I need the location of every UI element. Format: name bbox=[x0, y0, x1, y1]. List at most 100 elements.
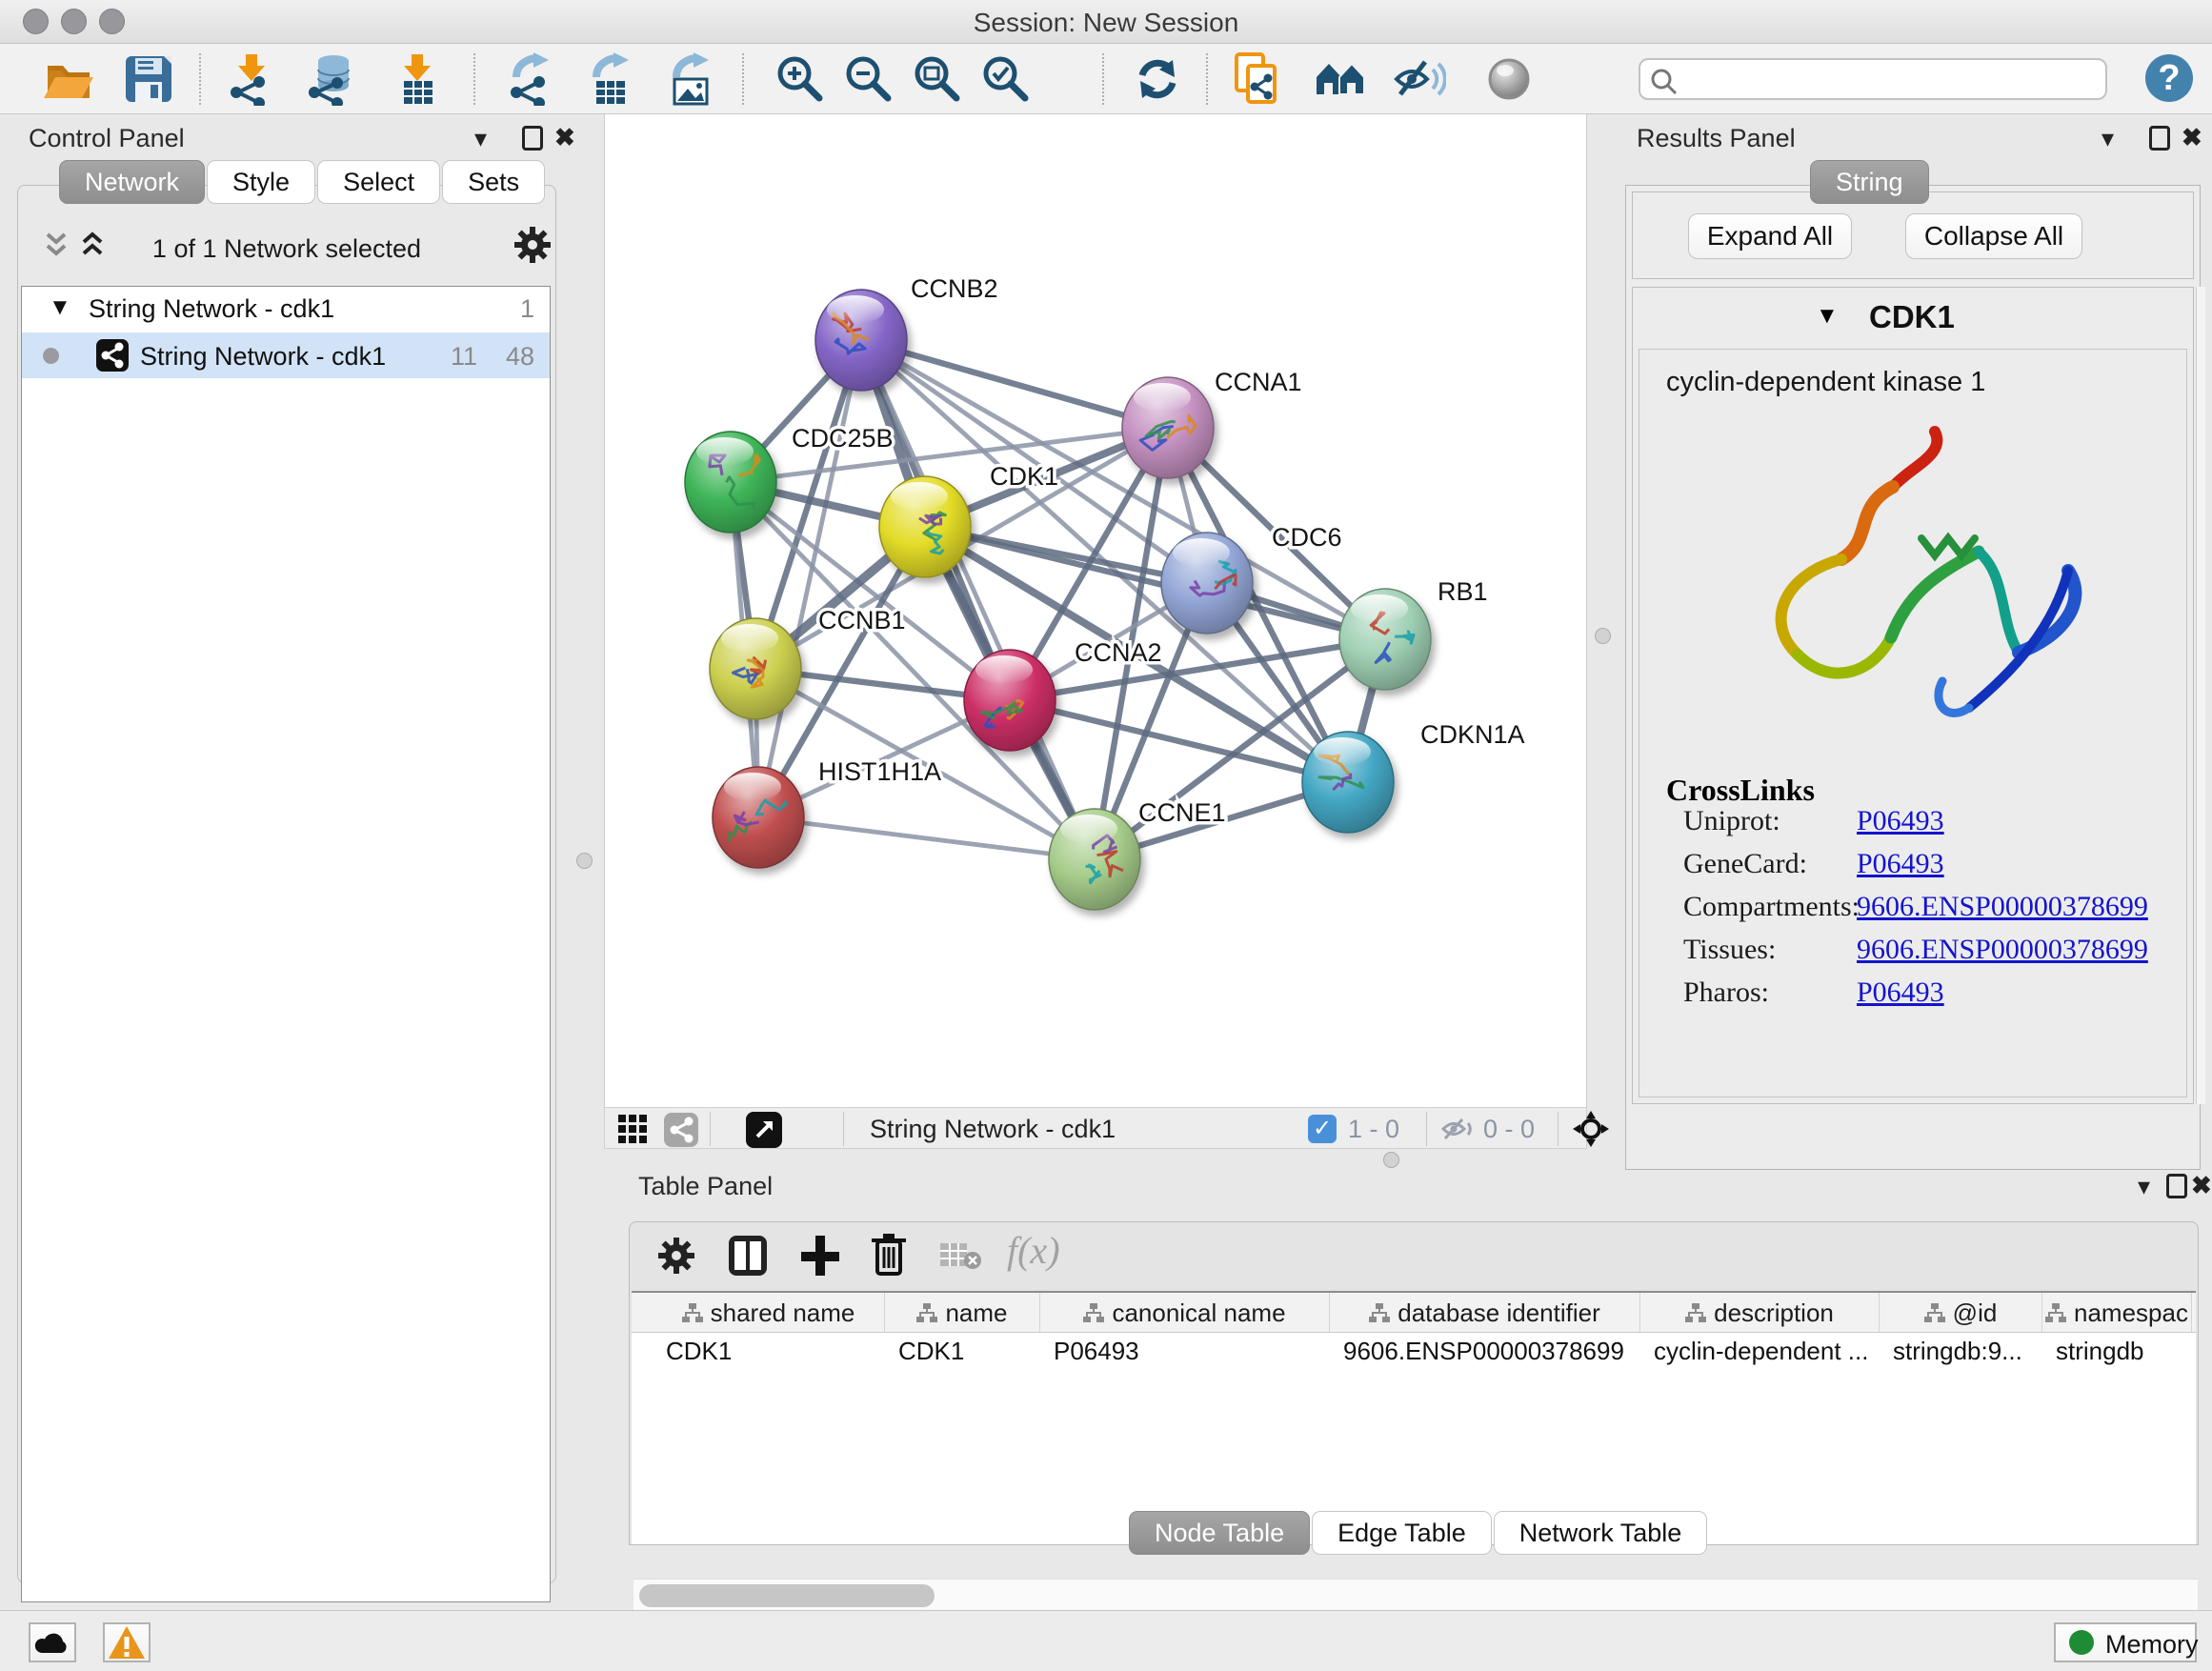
clone-network-icon[interactable] bbox=[1231, 52, 1284, 106]
collapse-all-button[interactable]: Collapse All bbox=[1905, 213, 2082, 259]
network-collection-row[interactable]: ▼ String Network - cdk1 1 bbox=[22, 287, 550, 332]
table-cell[interactable]: 9606.ENSP00000378699 bbox=[1330, 1337, 1640, 1375]
help-button[interactable]: ? bbox=[2145, 54, 2193, 102]
tab-network[interactable]: Network bbox=[59, 160, 205, 204]
table-cell[interactable]: stringdb:9... bbox=[1880, 1337, 2042, 1375]
memory-button[interactable]: Memory bbox=[2054, 1622, 2197, 1662]
add-column-icon[interactable] bbox=[799, 1234, 841, 1278]
table-hscrollbar[interactable] bbox=[633, 1579, 2198, 1611]
column-header-canonical-name[interactable]: canonical name bbox=[1040, 1293, 1330, 1333]
close-panel-icon[interactable]: ✖ bbox=[2191, 1173, 2212, 1198]
results-scrollbar[interactable] bbox=[2196, 287, 2205, 1104]
zoom-out-icon[interactable] bbox=[842, 52, 895, 106]
search-input[interactable] bbox=[1639, 58, 2107, 100]
network-node-CCNB2[interactable] bbox=[815, 290, 907, 391]
panel-menu-icon[interactable]: ▾ bbox=[2138, 1174, 2150, 1198]
cloud-status-button[interactable] bbox=[29, 1622, 76, 1662]
network-edge[interactable] bbox=[758, 340, 861, 817]
network-node-CDKN1A[interactable] bbox=[1302, 732, 1394, 833]
table-cell[interactable]: P06493 bbox=[1040, 1337, 1330, 1375]
tab-select[interactable]: Select bbox=[317, 160, 440, 204]
crosslink-value-link[interactable]: P06493 bbox=[1857, 848, 1944, 880]
right-splitter-handle[interactable] bbox=[1595, 628, 1611, 644]
float-panel-icon[interactable] bbox=[2149, 126, 2170, 151]
bottom-splitter-handle[interactable] bbox=[1383, 1152, 1399, 1168]
table-cell[interactable]: cyclin-dependent ... bbox=[1640, 1337, 1880, 1375]
network-canvas[interactable]: CCNB2CCNA1CDC25BCDK1CDC6RB1CCNB1CCNA2CDK… bbox=[604, 114, 1587, 1107]
network-node-CCNA1[interactable] bbox=[1122, 377, 1214, 478]
share-view-icon[interactable] bbox=[664, 1113, 698, 1147]
delete-table-icon[interactable] bbox=[940, 1241, 984, 1272]
float-panel-icon[interactable] bbox=[2166, 1174, 2187, 1198]
network-node-CDC25B[interactable] bbox=[685, 432, 776, 533]
level-of-detail-icon[interactable] bbox=[1482, 52, 1536, 106]
table-cell[interactable]: CDK1 bbox=[885, 1337, 1040, 1375]
column-header-namespac[interactable]: namespac bbox=[2042, 1293, 2192, 1333]
float-panel-icon[interactable] bbox=[522, 126, 543, 151]
open-session-icon[interactable] bbox=[42, 52, 95, 106]
gene-header-row[interactable]: ▼ CDK1 bbox=[1633, 288, 2193, 349]
column-header-@id[interactable]: @id bbox=[1880, 1293, 2042, 1333]
hidden-eye-icon[interactable] bbox=[1441, 1117, 1476, 1141]
export-image-icon[interactable] bbox=[665, 52, 718, 106]
network-node-CDC6[interactable] bbox=[1161, 533, 1253, 634]
panel-menu-icon[interactable]: ▾ bbox=[2101, 126, 2114, 151]
import-table-icon[interactable] bbox=[391, 52, 444, 106]
warnings-button[interactable] bbox=[103, 1622, 151, 1662]
selected-checkbox-icon[interactable]: ✓ bbox=[1308, 1115, 1337, 1143]
export-table-icon[interactable] bbox=[585, 52, 638, 106]
tab-network-table[interactable]: Network Table bbox=[1494, 1511, 1708, 1555]
tab-edge-table[interactable]: Edge Table bbox=[1312, 1511, 1492, 1555]
tab-style[interactable]: Style bbox=[207, 160, 315, 204]
close-panel-icon[interactable]: ✖ bbox=[2182, 125, 2202, 150]
expand-all-button[interactable]: Expand All bbox=[1688, 213, 1852, 259]
column-header-database-identifier[interactable]: database identifier bbox=[1330, 1293, 1640, 1333]
export-network-icon[interactable] bbox=[505, 52, 558, 106]
tab-string[interactable]: String bbox=[1810, 160, 1929, 204]
show-columns-icon[interactable] bbox=[727, 1234, 769, 1278]
network-edge[interactable] bbox=[758, 817, 1095, 859]
zoom-in-icon[interactable] bbox=[774, 52, 827, 106]
home-network-icon[interactable] bbox=[1315, 52, 1368, 106]
save-session-icon[interactable] bbox=[122, 52, 175, 106]
column-header-name[interactable]: name bbox=[885, 1293, 1040, 1333]
node-table[interactable]: shared namenamecanonical namedatabase id… bbox=[632, 1291, 2196, 1544]
column-header-description[interactable]: description bbox=[1640, 1293, 1880, 1333]
function-builder-icon[interactable]: f(x) bbox=[1007, 1228, 1060, 1273]
crosslink-value-link[interactable]: P06493 bbox=[1857, 805, 1944, 837]
network-node-RB1[interactable] bbox=[1339, 589, 1431, 690]
crosslink-value-link[interactable]: 9606.ENSP00000378699 bbox=[1857, 891, 2148, 923]
disclosure-triangle-icon[interactable]: ▼ bbox=[1816, 303, 1839, 330]
table-gear-icon[interactable] bbox=[656, 1236, 696, 1276]
crosslink-value-link[interactable]: P06493 bbox=[1857, 976, 1944, 1009]
network-graph[interactable]: CCNB2CCNA1CDC25BCDK1CDC6RB1CCNB1CCNA2CDK… bbox=[605, 114, 1586, 1105]
network-node-CCNA2[interactable] bbox=[964, 650, 1056, 751]
delete-column-icon[interactable] bbox=[870, 1232, 908, 1278]
disclosure-triangle-icon[interactable]: ▼ bbox=[49, 294, 71, 321]
tab-sets[interactable]: Sets bbox=[442, 160, 545, 204]
panel-menu-icon[interactable]: ▾ bbox=[474, 126, 487, 151]
column-header-shared-name[interactable]: shared name bbox=[653, 1293, 885, 1333]
table-cell[interactable]: stringdb bbox=[2042, 1337, 2192, 1375]
network-node-CCNB1[interactable] bbox=[710, 618, 801, 719]
tab-node-table[interactable]: Node Table bbox=[1129, 1511, 1310, 1555]
network-row-selected[interactable]: String Network - cdk1 11 48 bbox=[22, 332, 550, 378]
import-database-icon[interactable] bbox=[305, 52, 358, 106]
refresh-icon[interactable] bbox=[1131, 52, 1184, 106]
table-cell[interactable]: CDK1 bbox=[653, 1337, 885, 1375]
network-node-CCNE1[interactable] bbox=[1049, 809, 1140, 910]
table-hscroll-thumb[interactable] bbox=[639, 1584, 935, 1607]
hide-selected-icon[interactable] bbox=[1393, 52, 1446, 106]
network-node-CDK1[interactable] bbox=[879, 476, 971, 577]
open-in-window-icon[interactable] bbox=[746, 1112, 782, 1148]
network-options-gear-icon[interactable] bbox=[513, 225, 553, 265]
import-network-icon[interactable] bbox=[225, 52, 278, 106]
network-node-HIST1H1A[interactable] bbox=[713, 767, 804, 868]
grid-view-icon[interactable] bbox=[618, 1115, 649, 1145]
left-splitter-handle[interactable] bbox=[576, 853, 593, 869]
crosslink-value-link[interactable]: 9606.ENSP00000378699 bbox=[1857, 934, 2148, 966]
zoom-fit-icon[interactable] bbox=[911, 52, 964, 106]
close-panel-icon[interactable]: ✖ bbox=[554, 125, 575, 150]
birdseye-view-icon[interactable] bbox=[1573, 1111, 1609, 1147]
zoom-selected-icon[interactable] bbox=[979, 52, 1033, 106]
